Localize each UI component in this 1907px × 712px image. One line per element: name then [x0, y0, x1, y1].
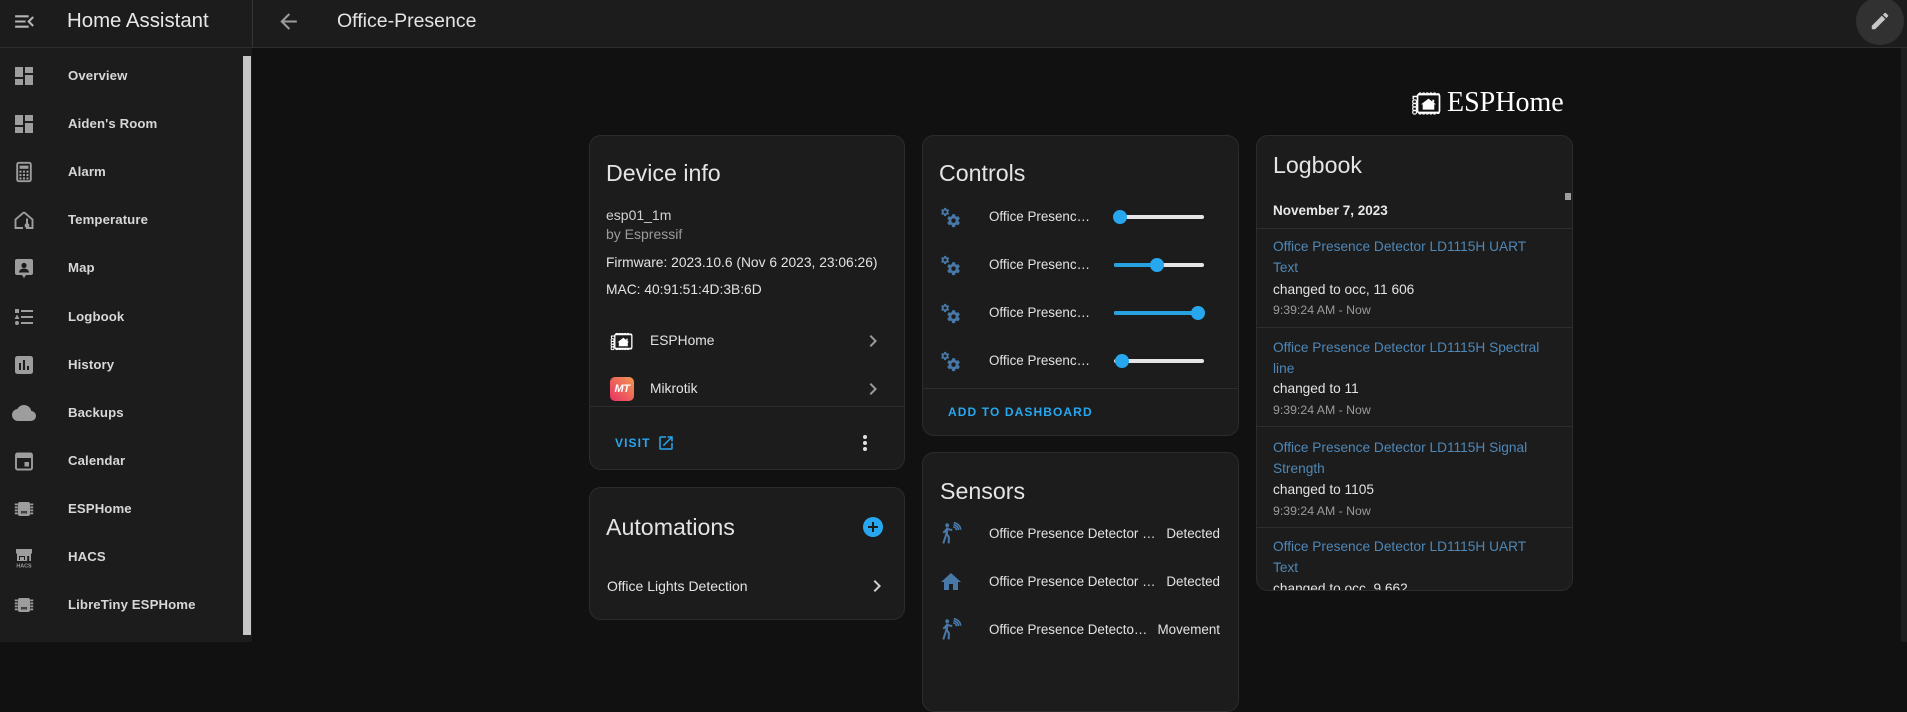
- svg-text:HACS: HACS: [16, 564, 32, 570]
